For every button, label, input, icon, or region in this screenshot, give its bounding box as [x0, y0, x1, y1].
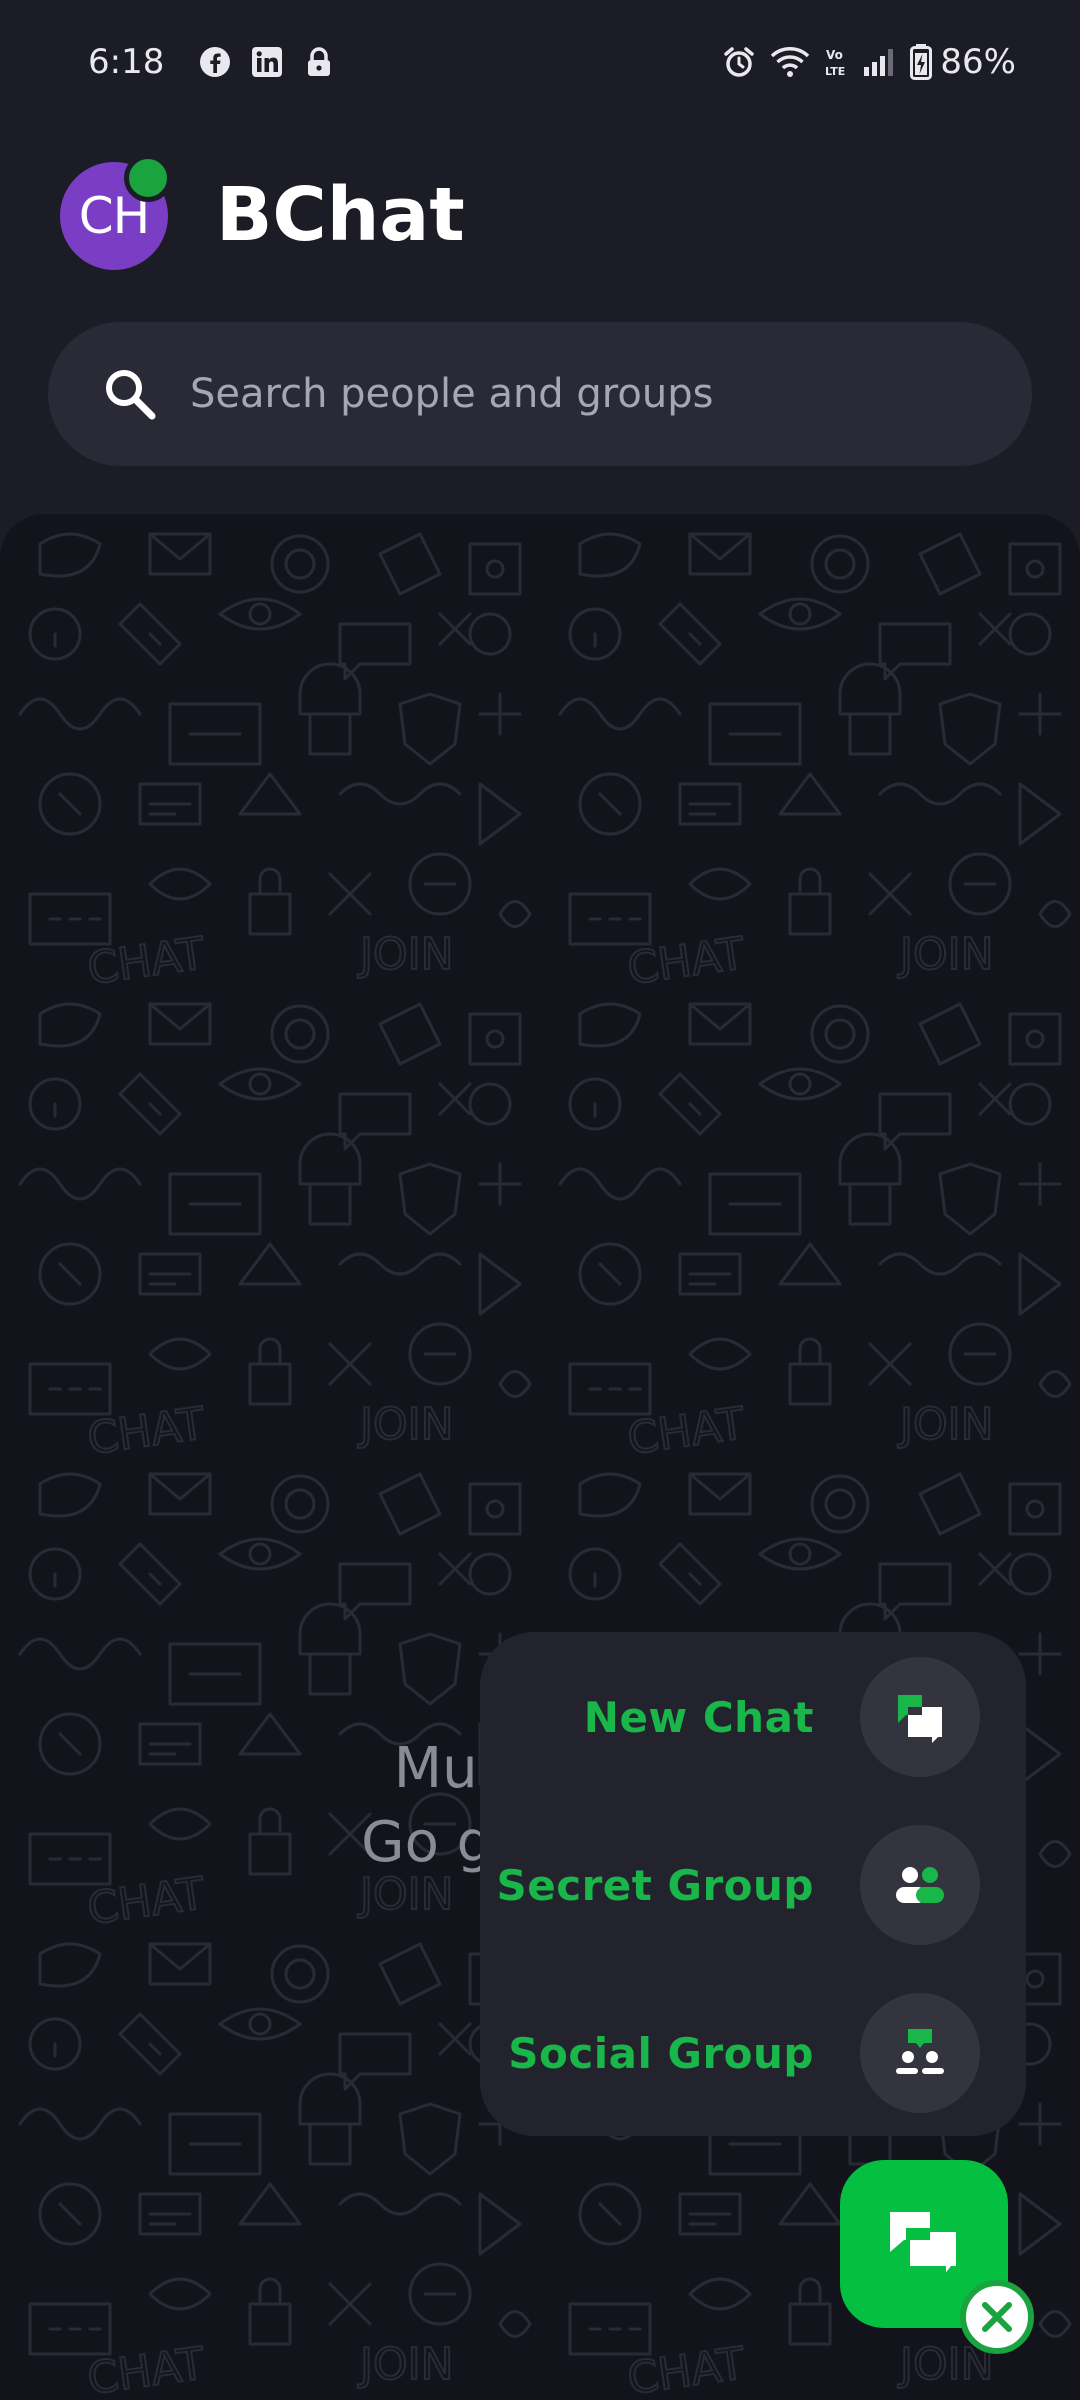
status-right: Vo LTE 86%: [722, 42, 1016, 82]
social-group-label: Social Group: [508, 2028, 814, 2078]
search-input[interactable]: [190, 371, 970, 417]
close-icon: [982, 2302, 1012, 2332]
fab-menu-secret-group[interactable]: Secret Group: [480, 1820, 1026, 1950]
signal-icon: [864, 49, 894, 76]
fab-menu-new-chat[interactable]: New Chat: [480, 1652, 1026, 1782]
fab-menu: New Chat Secret Group Social Group: [480, 1632, 1026, 2136]
battery-charging-icon: [910, 44, 933, 80]
svg-text:Vo: Vo: [826, 48, 843, 62]
search-bar[interactable]: [48, 322, 1032, 466]
volte-icon: Vo LTE: [825, 48, 845, 78]
battery-percent: 86%: [940, 42, 1016, 82]
chat-bubbles-icon: [890, 2212, 960, 2282]
secret-group-icon[interactable]: [860, 1825, 980, 1945]
linkedin-icon: [252, 47, 283, 77]
alarm-icon: [724, 47, 755, 77]
fab-menu-social-group[interactable]: Social Group: [480, 1988, 1026, 2118]
status-time: 6:18: [88, 42, 165, 82]
secret-group-label: Secret Group: [496, 1860, 814, 1910]
close-fab-menu-button[interactable]: [960, 2280, 1034, 2354]
facebook-icon: [200, 47, 231, 77]
wifi-icon: [771, 47, 810, 77]
lock-icon: [308, 47, 331, 76]
page-title: BChat: [216, 172, 465, 258]
app-header: CH BChat: [0, 150, 1080, 280]
new-chat-icon[interactable]: [860, 1657, 980, 1777]
search-icon: [106, 370, 156, 420]
social-group-icon[interactable]: [860, 1993, 980, 2113]
new-chat-label: New Chat: [583, 1692, 814, 1742]
status-left: 6:18: [88, 42, 354, 82]
online-status-dot: [124, 154, 172, 202]
status-bar: 6:18 Vo LTE 86%: [0, 0, 1080, 124]
svg-text:LTE: LTE: [825, 65, 845, 78]
